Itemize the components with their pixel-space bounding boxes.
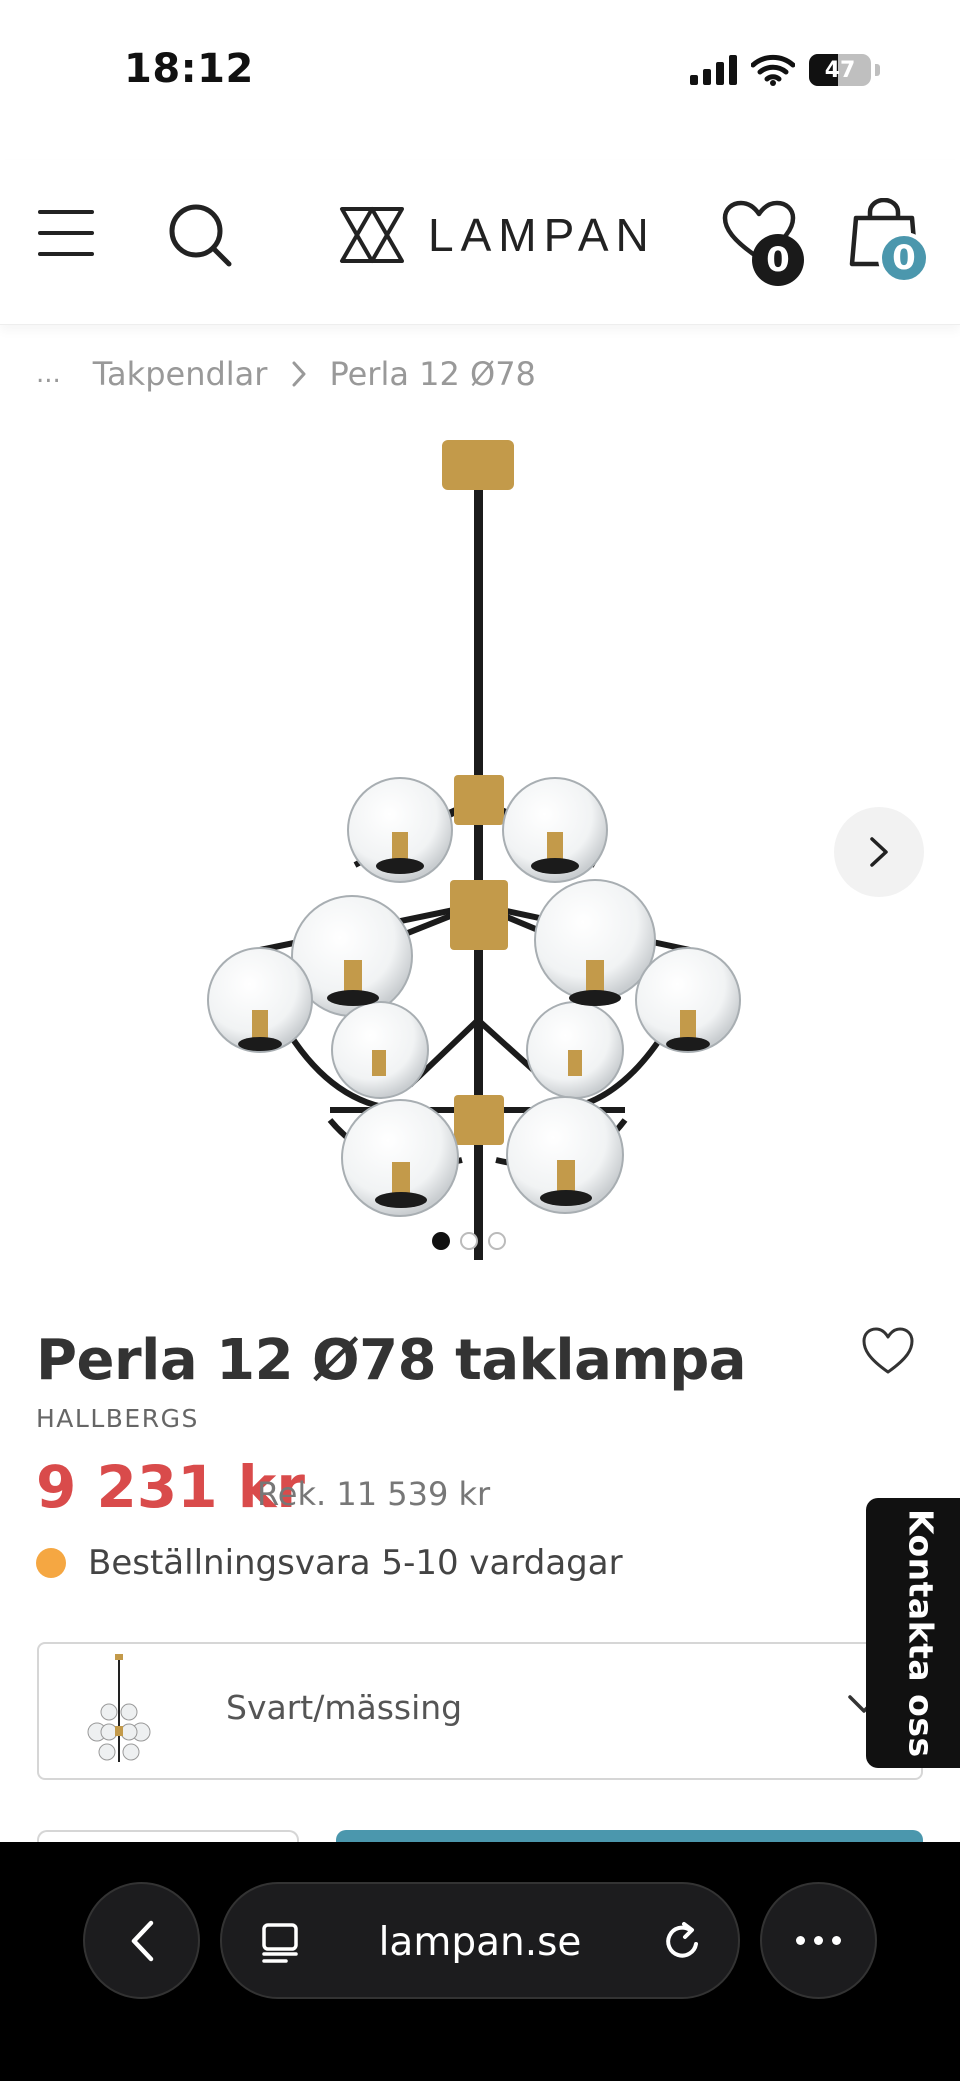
- status-bar: 18:12 47: [0, 0, 960, 140]
- wishlist-count-badge: 0: [752, 234, 804, 286]
- gallery-dot[interactable]: [488, 1232, 506, 1250]
- breadcrumb-current: Perla 12 Ø78: [329, 355, 536, 393]
- wishlist-button[interactable]: 0: [722, 200, 812, 286]
- contact-us-tab[interactable]: Kontakta oss: [866, 1498, 960, 1768]
- more-options-button[interactable]: [760, 1882, 877, 1999]
- recommended-price: Rek. 11 539 kr: [257, 1475, 491, 1513]
- chevron-left-icon: [131, 1920, 153, 1961]
- battery-tip: [875, 64, 880, 76]
- site-header: LAMPAN 0 0: [0, 160, 960, 325]
- product-gallery[interactable]: [0, 420, 960, 1270]
- wifi-icon: [751, 54, 795, 86]
- gallery-pagination: [432, 1232, 506, 1250]
- variant-selected-label: Svart/mässing: [226, 1688, 463, 1727]
- browser-toolbar: lampan.se: [0, 1842, 960, 2081]
- reload-icon[interactable]: [660, 1920, 704, 1964]
- availability-status: Beställningsvara 5-10 vardagar: [36, 1543, 623, 1583]
- search-icon[interactable]: [165, 200, 235, 270]
- product-brand[interactable]: HALLBERGS: [36, 1404, 199, 1433]
- gallery-dot[interactable]: [432, 1232, 450, 1250]
- heart-icon[interactable]: [860, 1324, 916, 1380]
- availability-text: Beställningsvara 5-10 vardagar: [88, 1543, 623, 1583]
- cart-count-badge: 0: [878, 232, 930, 284]
- browser-back-button[interactable]: [83, 1882, 200, 1999]
- more-dot: [832, 1936, 841, 1945]
- logo-mark-icon: [340, 207, 404, 263]
- gallery-dot[interactable]: [460, 1232, 478, 1250]
- chandelier-product-image[interactable]: [200, 420, 760, 1280]
- breadcrumb-link-takpendlar[interactable]: Takpendlar: [93, 355, 268, 393]
- address-bar[interactable]: lampan.se: [220, 1882, 740, 1999]
- more-dot: [814, 1936, 823, 1945]
- variant-select[interactable]: Svart/mässing: [37, 1642, 923, 1780]
- next-image-button[interactable]: [834, 807, 924, 897]
- logo-text: LAMPAN: [428, 209, 656, 261]
- chevron-right-icon: [870, 837, 888, 867]
- battery-icon: 47: [809, 54, 871, 86]
- lampan-logo[interactable]: LAMPAN: [338, 202, 656, 268]
- menu-button[interactable]: [38, 210, 94, 256]
- availability-dot: [36, 1548, 66, 1578]
- menu-line: [38, 231, 94, 235]
- menu-line: [38, 210, 94, 214]
- status-time: 18:12: [124, 46, 254, 92]
- battery-percent: 47: [824, 57, 856, 83]
- contact-us-label: Kontakta oss: [901, 1508, 941, 1758]
- product-title: Perla 12 Ø78 taklampa: [36, 1328, 747, 1393]
- menu-line: [38, 252, 94, 256]
- chevron-right-icon: [291, 360, 307, 388]
- variant-thumbnail: [87, 1654, 151, 1762]
- cellular-signal-icon: [690, 55, 737, 85]
- more-dot: [796, 1936, 805, 1945]
- cart-button[interactable]: 0: [848, 198, 938, 284]
- breadcrumb: ... Takpendlar Perla 12 Ø78: [36, 355, 536, 393]
- status-icons: 47: [690, 52, 880, 88]
- breadcrumb-ellipsis[interactable]: ...: [36, 359, 61, 389]
